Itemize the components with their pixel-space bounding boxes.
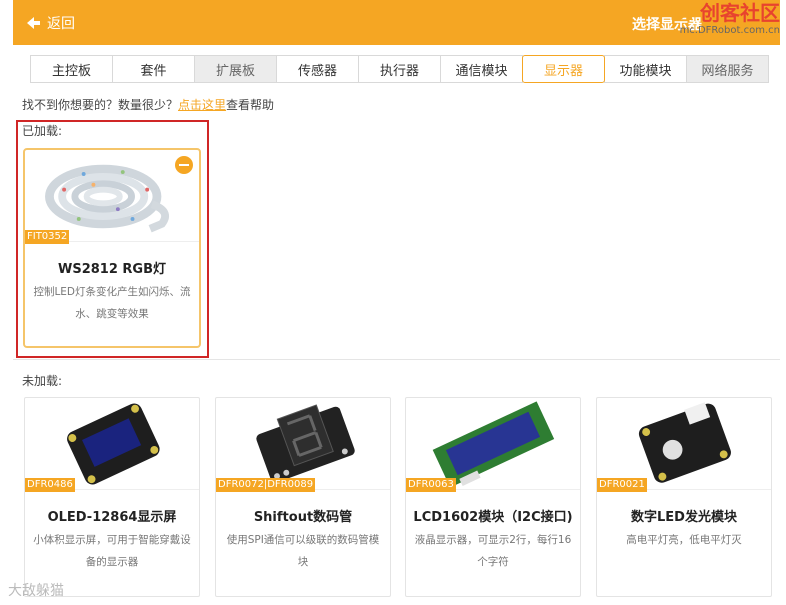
tab-main-board[interactable]: 主控板 [30, 55, 113, 83]
section-divider [13, 359, 780, 360]
tab-kit[interactable]: 套件 [112, 55, 195, 83]
card-title: WS2812 RGB灯 [58, 262, 166, 277]
oled-module-image [25, 403, 199, 490]
tab-sensor[interactable]: 传感器 [276, 55, 359, 83]
card-title: Shiftout数码管 [253, 510, 353, 525]
segment-display-image [216, 404, 390, 490]
footer-watermark: 大敌躲猫 [8, 583, 64, 599]
tab-display[interactable]: 显示器 [522, 55, 605, 83]
help-text: 找不到你想要的？数量很少？点击这里查看帮助 [22, 96, 274, 113]
app-frame: 返回 选择显示器 DF创客社区 mc.DFRobot.com.cn 主控板 套件… [13, 0, 780, 605]
watermark-brand: 创客社区 [700, 1, 780, 25]
sku-badge: FIT0352 [25, 230, 70, 244]
back-button[interactable]: 返回 [25, 13, 75, 33]
card-description: 液晶显示器，可显示2行，每行16个字符 [414, 534, 572, 568]
tab-actuator[interactable]: 执行器 [358, 55, 441, 83]
category-tabs: 主控板 套件 扩展板 传感器 执行器 通信模块 显示器 功能模块 网络服务 [30, 55, 769, 83]
help-link[interactable]: 点击这里 [178, 98, 226, 112]
header-bar: 返回 选择显示器 DF创客社区 mc.DFRobot.com.cn [13, 0, 780, 45]
card-description: 控制LED灯条变化产生如闪烁、流水、跳变等效果 [33, 286, 191, 320]
tab-expansion-board[interactable]: 扩展板 [194, 55, 277, 83]
tab-network-service[interactable]: 网络服务 [686, 55, 769, 83]
tab-communication[interactable]: 通信模块 [440, 55, 523, 83]
unloaded-label: 未加载: [22, 374, 63, 388]
module-card-ws2812[interactable]: FIT0352 WS2812 RGB灯 控制LED灯条变化产生如闪烁、流水、跳变… [23, 148, 201, 348]
remove-minus-icon[interactable] [175, 156, 193, 174]
sku-badge: DFR0486 [25, 478, 75, 492]
lcd-module-image [406, 401, 580, 490]
watermark-url: mc.DFRobot.com.cn [679, 25, 780, 36]
card-description: 使用SPI通信可以级联的数码管模块 [226, 534, 380, 568]
card-description: 高电平灯亮，低电平灯灭 [626, 534, 742, 546]
card-title: 数字LED发光模块 [631, 510, 737, 525]
card-title: OLED-12864显示屏 [47, 510, 177, 525]
sku-badge: DFR0021 [597, 478, 647, 492]
tab-function-module[interactable]: 功能模块 [604, 55, 687, 83]
led-module-image [597, 402, 771, 490]
brand-watermark: DF创客社区 mc.DFRobot.com.cn [670, 3, 780, 36]
module-card-shiftout[interactable]: DFR0072|DFR0089 Shiftout数码管 使用SPI通信可以级联的… [215, 397, 391, 597]
help-prefix: 找不到你想要的？数量很少？ [22, 98, 179, 112]
card-title: LCD1602模块（I2C接口) [413, 510, 573, 525]
module-card-lcd1602[interactable]: DFR0063 LCD1602模块（I2C接口) 液晶显示器，可显示2行，每行1… [405, 397, 581, 597]
module-card-digital-led[interactable]: DFR0021 数字LED发光模块 高电平灯亮，低电平灯灭 [596, 397, 772, 597]
card-description: 小体积显示屏，可用于智能穿戴设备的显示器 [33, 534, 191, 568]
sku-badge: DFR0072|DFR0089 [216, 478, 316, 492]
help-suffix: 查看帮助 [226, 98, 275, 112]
sku-badge: DFR0063 [406, 478, 456, 492]
back-label: 返回 [47, 16, 75, 32]
back-arrow-icon [27, 17, 40, 29]
ws2812-strip-image [25, 164, 199, 242]
module-card-oled[interactable]: DFR0486 OLED-12864显示屏 小体积显示屏，可用于智能穿戴设备的显… [24, 397, 200, 597]
watermark-df: DF [669, 1, 700, 25]
